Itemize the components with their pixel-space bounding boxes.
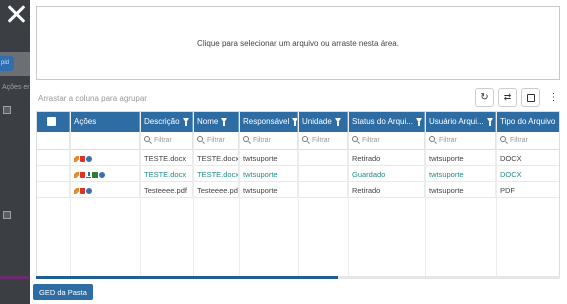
save-icon <box>526 93 535 102</box>
column-header-usuario[interactable]: Usuário Arqui... <box>425 112 496 132</box>
cell-responsavel: twtsuporte <box>239 166 298 182</box>
cell-usuario: twtsuporte <box>425 166 496 182</box>
horizontal-scrollbar-thumb[interactable] <box>36 276 338 279</box>
column-header-responsavel[interactable]: Responsável <box>239 112 298 132</box>
column-header-acoes[interactable]: Ações <box>70 112 140 132</box>
swap-icon: ⇄ <box>503 92 512 102</box>
column-chooser-button[interactable]: ⇄ <box>498 88 517 107</box>
cell-descricao: TESTE.docx <box>140 166 193 182</box>
info-icon[interactable] <box>86 156 92 162</box>
delete-icon[interactable] <box>80 156 85 162</box>
background-checkbox <box>3 106 11 114</box>
cell-unidade <box>298 166 348 182</box>
cell-status: Retirado <box>348 182 425 198</box>
search-icon <box>243 136 249 142</box>
cell-responsavel: twtsuporte <box>239 182 298 198</box>
document-icon[interactable] <box>92 172 98 178</box>
cell-descricao: Testeeee.pdf <box>140 182 193 198</box>
filter-icon[interactable] <box>221 118 228 126</box>
upload-prompt: Clique para selecionar um arquivo ou arr… <box>197 38 399 48</box>
cell-nome: TESTE.docx <box>193 150 239 166</box>
select-all-cell <box>37 112 70 132</box>
background-tab: pid <box>0 56 14 71</box>
filter-descricao-input[interactable]: Filtrar <box>140 132 193 150</box>
cell-tipo: DOCX <box>500 170 522 179</box>
info-icon[interactable] <box>99 172 105 178</box>
filter-cell-empty <box>37 132 70 150</box>
info-icon[interactable] <box>86 188 92 194</box>
edit-icon[interactable] <box>74 188 79 194</box>
more-options-button[interactable]: ⋮ <box>544 88 563 107</box>
column-header-nome[interactable]: Nome <box>193 112 239 132</box>
cell-responsavel: twtsuporte <box>239 150 298 166</box>
ged-folder-button[interactable]: GED da Pasta <box>33 284 93 300</box>
background-checkbox <box>3 211 11 219</box>
files-grid: Ações Descrição Nome Responsável Unidade… <box>36 111 560 279</box>
filter-icon[interactable] <box>486 118 493 126</box>
filter-unidade-input[interactable]: Filtrar <box>298 132 348 150</box>
filter-usuario-input[interactable]: Filtrar <box>425 132 496 150</box>
download-icon[interactable] <box>86 172 91 178</box>
cell-nome: Testeeee.pdf <box>193 182 239 198</box>
column-divider <box>496 112 497 278</box>
filter-tipo-input[interactable]: Filtrar <box>496 132 559 150</box>
column-divider <box>70 112 71 278</box>
column-divider <box>239 112 240 278</box>
filter-nome-input[interactable]: Filtrar <box>193 132 239 150</box>
column-header-status[interactable]: Status do Arqui... <box>348 112 425 132</box>
filter-icon[interactable] <box>334 118 341 126</box>
column-divider <box>425 112 426 278</box>
search-icon <box>429 136 435 142</box>
cell-unidade <box>298 150 348 166</box>
row-actions <box>70 166 140 182</box>
refresh-icon: ↻ <box>480 92 489 103</box>
delete-icon[interactable] <box>80 188 85 194</box>
cell-tipo: PDF <box>500 186 515 195</box>
cell-unidade <box>298 182 348 198</box>
delete-icon[interactable] <box>80 172 85 178</box>
column-header-unidade[interactable]: Unidade <box>298 112 348 132</box>
filter-responsavel-input[interactable]: Filtrar <box>239 132 298 150</box>
column-divider <box>348 112 349 278</box>
edit-icon[interactable] <box>74 172 79 178</box>
edit-icon[interactable] <box>74 156 79 162</box>
column-header-descricao[interactable]: Descrição <box>140 112 193 132</box>
cell-usuario: twtsuporte <box>425 150 496 166</box>
column-divider <box>193 112 194 278</box>
background-acoes-label: Ações en <box>2 84 32 91</box>
column-header-tipo[interactable]: Tipo do Arquivo <box>496 112 559 132</box>
group-by-hint: Arrastar a coluna para agrupar <box>38 94 147 103</box>
search-icon <box>302 136 308 142</box>
filter-cell-empty <box>70 132 140 150</box>
select-all-checkbox[interactable] <box>47 117 56 126</box>
row-actions <box>70 182 140 198</box>
cell-status: Retirado <box>348 150 425 166</box>
search-icon <box>144 136 150 142</box>
file-upload-dropzone[interactable]: Clique para selecionar um arquivo ou arr… <box>36 6 560 80</box>
row-select-cell[interactable] <box>37 182 70 198</box>
row-select-cell[interactable] <box>37 166 70 182</box>
search-icon <box>352 136 358 142</box>
column-divider <box>298 112 299 278</box>
column-divider <box>140 112 141 278</box>
background-accent-stripe <box>0 276 30 279</box>
search-icon <box>500 136 506 142</box>
more-vertical-icon: ⋮ <box>548 91 559 103</box>
cell-tipo: DOCX <box>500 154 522 163</box>
cell-descricao: TESTE.docx <box>140 150 193 166</box>
filter-status-input[interactable]: Filtrar <box>348 132 425 150</box>
row-select-cell[interactable] <box>37 150 70 166</box>
row-actions <box>70 150 140 166</box>
file-manager-modal: Clique para selecionar um arquivo ou arr… <box>30 0 567 304</box>
export-button[interactable] <box>521 88 540 107</box>
cell-status: Guardado <box>348 166 425 182</box>
search-icon <box>197 136 203 142</box>
filter-icon[interactable] <box>415 118 422 126</box>
cell-nome: TESTE.docx <box>193 166 239 182</box>
refresh-button[interactable]: ↻ <box>475 88 494 107</box>
close-icon[interactable] <box>4 2 28 26</box>
filter-icon[interactable] <box>182 118 189 126</box>
cell-usuario: twtsuporte <box>425 182 496 198</box>
